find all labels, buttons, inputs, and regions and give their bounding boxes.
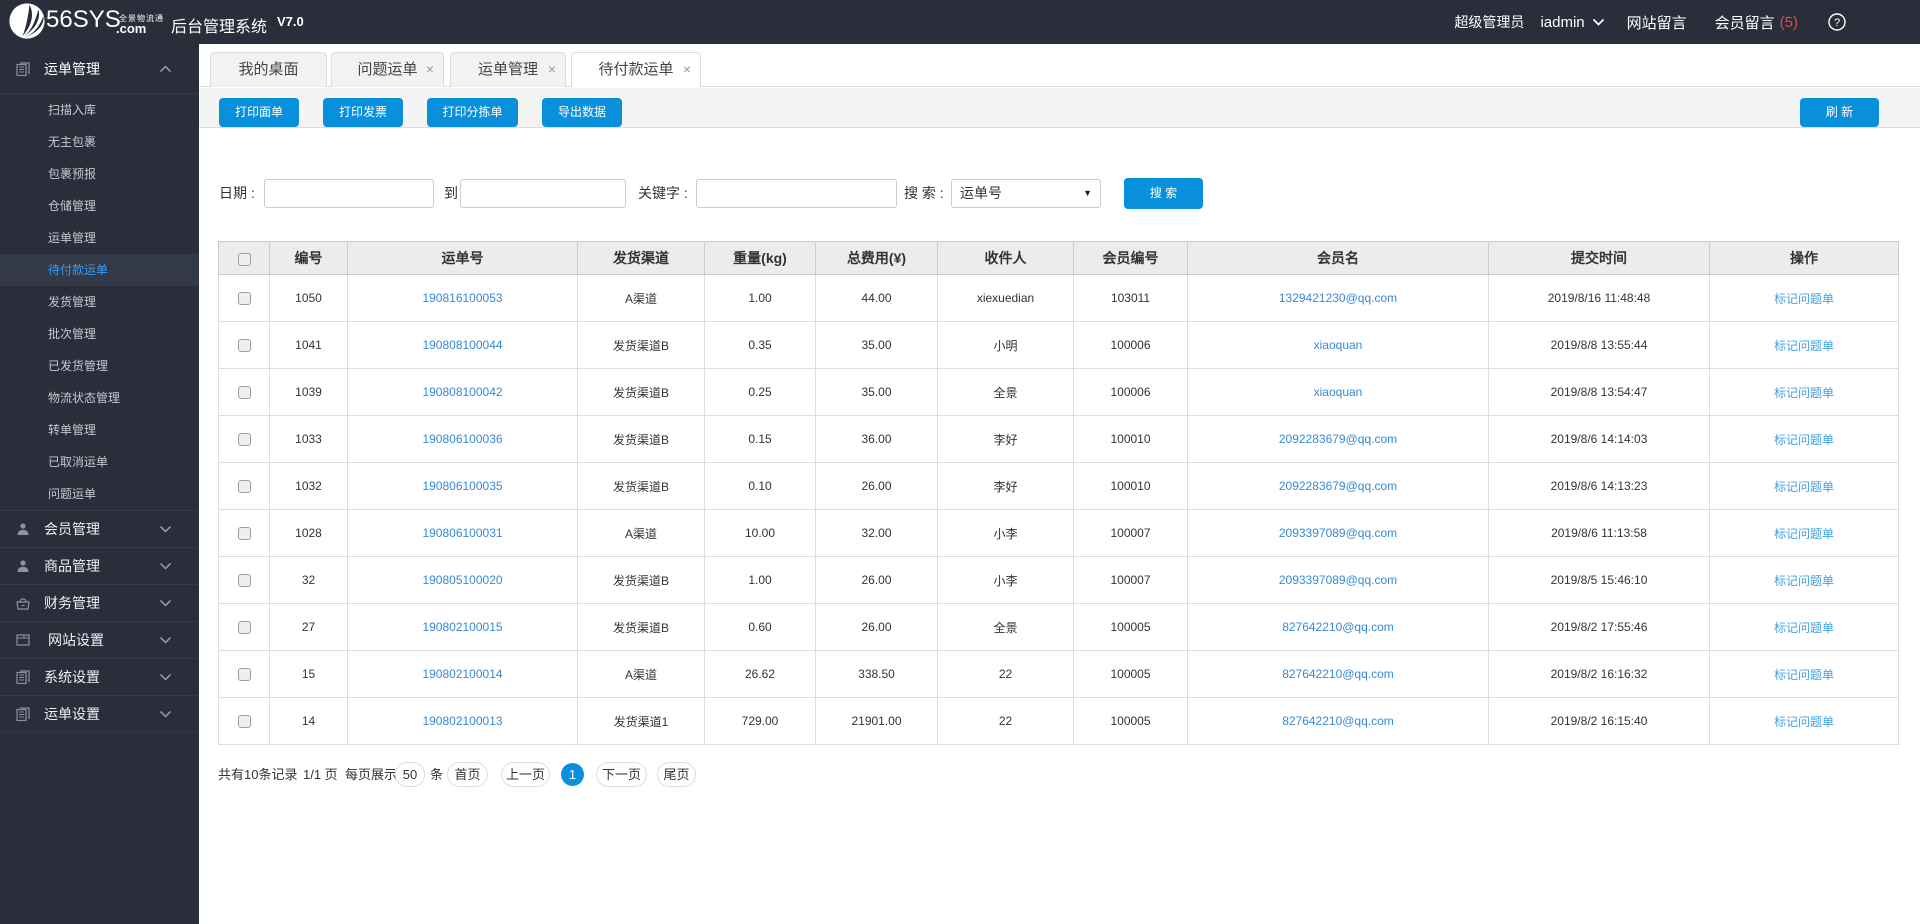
- svg-text:?: ?: [1834, 17, 1840, 29]
